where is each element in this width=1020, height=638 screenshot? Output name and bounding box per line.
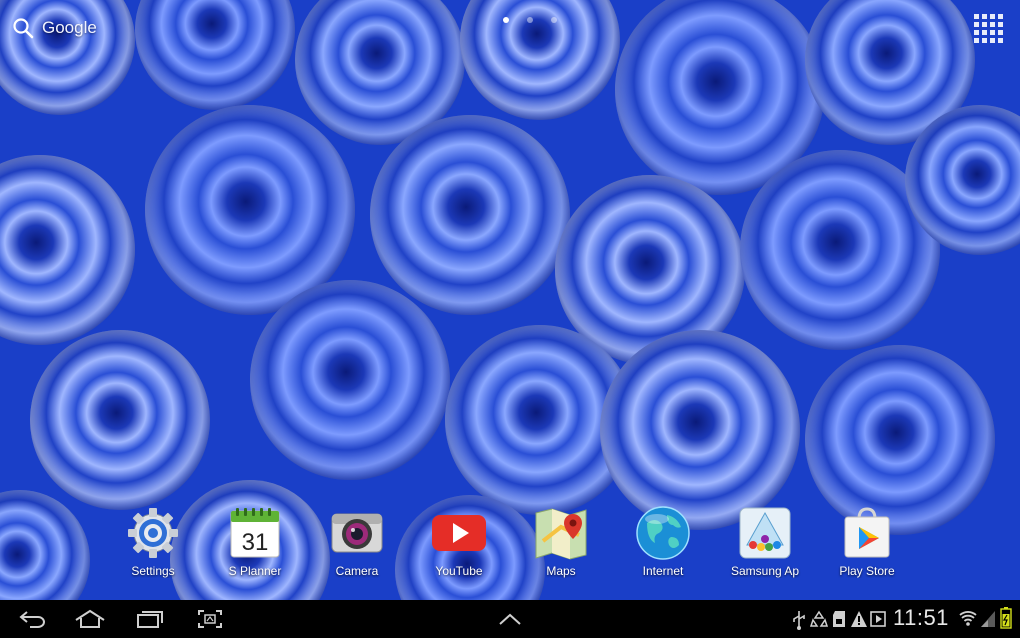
- signal-icon: [981, 611, 995, 627]
- home-button[interactable]: [70, 600, 110, 638]
- page-dot-2: [527, 17, 533, 23]
- globe-icon: [635, 505, 691, 561]
- app-youtube[interactable]: YouTube: [409, 505, 509, 578]
- status-clock: 11:51: [893, 605, 949, 630]
- camera-icon: [329, 505, 385, 561]
- system-bar: 11:51: [0, 600, 1020, 638]
- youtube-icon: [431, 505, 487, 561]
- calendar-icon: 31: [227, 505, 283, 561]
- rose-decoration: [30, 330, 210, 510]
- app-label: Play Store: [839, 564, 895, 578]
- app-internet[interactable]: Internet: [613, 505, 713, 578]
- rose-decoration: [370, 115, 570, 315]
- screen-capture-button[interactable]: [190, 600, 230, 638]
- rose-decoration: [135, 0, 295, 110]
- calendar-date: 31: [242, 529, 269, 556]
- recent-apps-button[interactable]: [130, 600, 170, 638]
- app-label: Samsung Ap: [730, 564, 800, 578]
- app-label: Camera: [335, 564, 379, 578]
- recycle-icon: [810, 610, 828, 627]
- app-label: Internet: [642, 564, 684, 578]
- recent-apps-icon: [137, 611, 163, 628]
- apps-button[interactable]: [972, 12, 1004, 44]
- settings-gear-icon: [125, 505, 181, 561]
- usb-icon: [793, 611, 805, 630]
- app-camera[interactable]: Camera: [307, 505, 407, 578]
- home-screen: Google Settings 31 S Planner Camera YouT…: [0, 0, 1020, 638]
- rose-decoration: [600, 330, 800, 530]
- back-button[interactable]: [12, 600, 52, 638]
- app-samsung-apps[interactable]: Samsung Ap: [715, 505, 815, 578]
- app-settings[interactable]: Settings: [103, 505, 203, 578]
- app-label: YouTube: [435, 564, 483, 578]
- google-search-label: Google: [42, 18, 97, 37]
- screen-capture-icon: [198, 610, 222, 628]
- app-s-planner[interactable]: 31 S Planner: [205, 505, 305, 578]
- rose-decoration: [250, 280, 450, 480]
- app-label: S Planner: [228, 564, 282, 578]
- page-dot-3: [551, 17, 557, 23]
- battery-icon: [1000, 607, 1012, 629]
- google-search-bar[interactable]: Google: [12, 14, 97, 42]
- mini-app-tray-button[interactable]: [492, 600, 528, 638]
- play-store-icon: [839, 505, 895, 561]
- home-icon: [75, 609, 105, 628]
- app-label: Settings: [131, 564, 175, 578]
- play-icon: [870, 611, 886, 627]
- app-label: Maps: [546, 564, 576, 578]
- app-maps[interactable]: Maps: [511, 505, 611, 578]
- wifi-icon: [959, 611, 977, 626]
- warning-icon: [851, 611, 867, 627]
- back-icon: [19, 611, 45, 628]
- apps-grid-icon: [972, 12, 1004, 45]
- maps-icon: [533, 505, 589, 561]
- app-play-store[interactable]: Play Store: [817, 505, 917, 578]
- rose-decoration: [0, 155, 135, 345]
- chevron-up-icon: [499, 613, 521, 625]
- samsung-apps-icon: [737, 505, 793, 561]
- page-indicator: [503, 17, 557, 23]
- sd-card-icon: [833, 611, 845, 627]
- search-icon: [13, 18, 34, 39]
- page-dot-1: [503, 17, 509, 23]
- app-dock: Settings 31 S Planner Camera YouTube Map…: [0, 505, 1020, 590]
